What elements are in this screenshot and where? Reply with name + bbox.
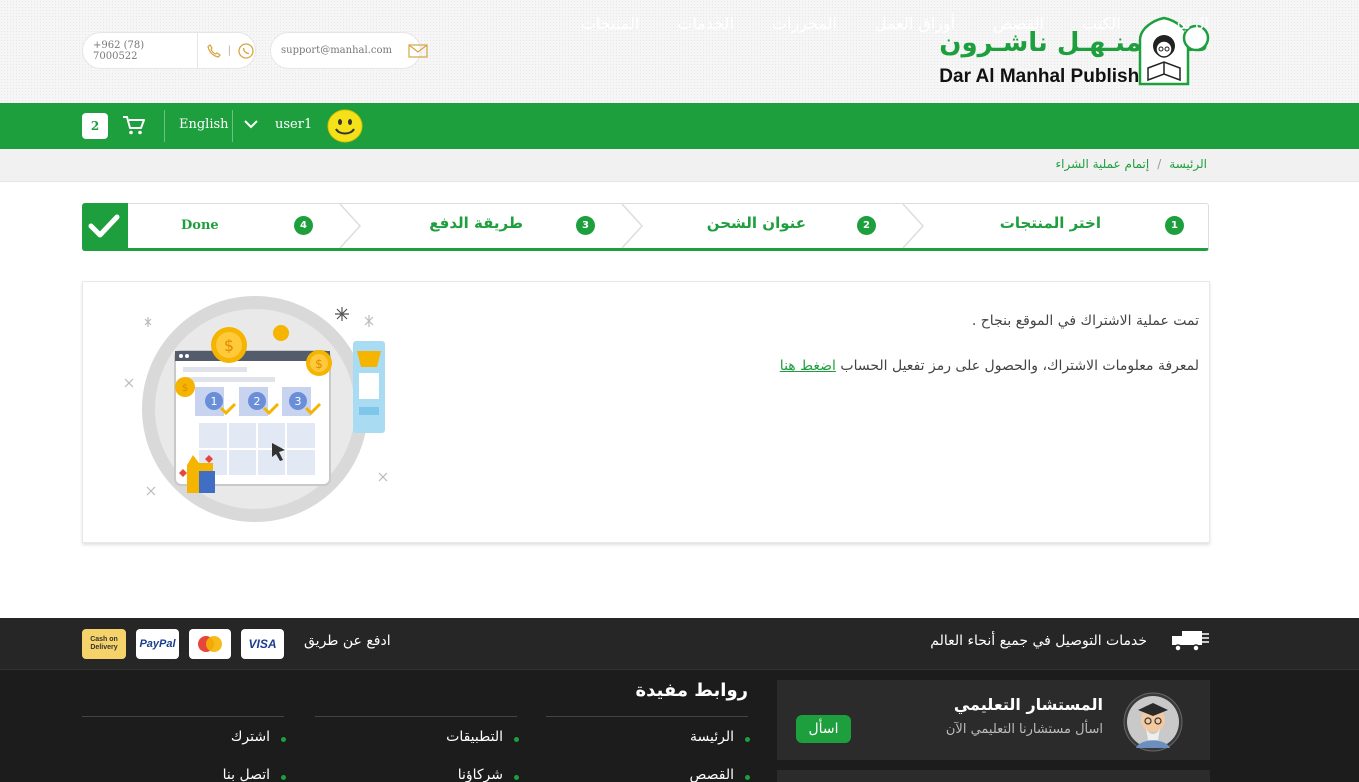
- nav-worksheets[interactable]: أوراق العمل: [875, 14, 955, 33]
- nav-divider: [232, 110, 233, 142]
- click-here-link[interactable]: اضغط هنا: [780, 358, 836, 374]
- nav-products[interactable]: المنتجات: [581, 14, 640, 33]
- mastercard-icon: [189, 629, 231, 659]
- language-switch[interactable]: English: [179, 117, 229, 132]
- shipping-text: خدمات التوصيل في جميع أنحاء العالم: [930, 633, 1147, 649]
- phone-number: +962 (78) 7000522: [93, 39, 145, 62]
- step-label-done: Done: [181, 218, 219, 233]
- phone-contact[interactable]: +962 (78) 7000522 |: [82, 32, 256, 69]
- footer-link-contact[interactable]: اتصل بنا: [223, 767, 287, 782]
- nav-editors[interactable]: المحررات: [772, 14, 837, 33]
- breadcrumb-current: إتمام عملية الشراء: [1055, 157, 1150, 171]
- footer-link-home[interactable]: الرئيسة: [690, 729, 750, 745]
- svg-text:$: $: [315, 357, 323, 371]
- links-column: التطبيقات شركاؤنا: [315, 716, 520, 782]
- advisor-title: المستشار التعليمي: [953, 695, 1103, 714]
- success-illustration: 1 2 3 $ $ $: [124, 296, 388, 522]
- subscription-info: لمعرفة معلومات الاشتراك، والحصول على رمز…: [780, 358, 1199, 374]
- footer-box: [777, 770, 1210, 782]
- chevron-down-icon[interactable]: [243, 118, 259, 130]
- nav-services[interactable]: الخدمات: [677, 14, 734, 33]
- useful-links-title: روابط مفيدة: [635, 680, 749, 701]
- step-number: 4: [294, 216, 313, 235]
- step-label-shipping: عنوان الشحن: [706, 214, 806, 232]
- svg-text:2: 2: [254, 395, 261, 408]
- cash-on-delivery-icon: Cash on Delivery: [82, 629, 126, 659]
- advisor-avatar-icon: [1123, 692, 1183, 752]
- whatsapp-icon: [237, 42, 255, 60]
- paypal-card-icon: PayPal: [136, 629, 179, 659]
- svg-text:1: 1: [211, 395, 218, 408]
- step-number: 2: [857, 216, 876, 235]
- step-label-payment: طريقة الدفع: [429, 214, 523, 232]
- footer-link-stories[interactable]: القصص: [689, 767, 750, 782]
- breadcrumb-separator: /: [1157, 157, 1162, 171]
- envelope-icon: [408, 43, 428, 58]
- nav-links: الرئيسة الكتب القصص أوراق العمل المحررات…: [581, 0, 1209, 46]
- ask-button[interactable]: اسأل: [796, 715, 851, 743]
- breadcrumb: الرئيسة / إتمام عملية الشراء: [1055, 157, 1207, 171]
- nav-home[interactable]: الرئيسة: [1159, 14, 1209, 33]
- pay-by-text: ادفع عن طريق: [304, 633, 391, 649]
- step-number: 1: [1165, 216, 1184, 235]
- delivery-truck-icon: [1172, 631, 1209, 652]
- step-label-products: اختر المنتجات: [999, 214, 1101, 232]
- checkmark-icon: [88, 214, 120, 238]
- phone-icon: [206, 43, 222, 59]
- links-column: الرئيسة القصص: [546, 716, 750, 782]
- footer-link-partners[interactable]: شركاؤنا: [458, 767, 520, 782]
- cart-count-badge[interactable]: 2: [82, 113, 108, 139]
- email-address: support@manhal.com: [281, 45, 392, 56]
- links-column: اشترك اتصل بنا: [82, 716, 287, 782]
- cart-icon[interactable]: [122, 114, 146, 136]
- step-divider-icon: [621, 204, 644, 248]
- step-divider-icon: [339, 204, 362, 248]
- email-contact[interactable]: support@manhal.com: [270, 32, 428, 69]
- step-number: 3: [576, 216, 595, 235]
- breadcrumb-home[interactable]: الرئيسة: [1169, 157, 1207, 171]
- success-message: تمت عملية الاشتراك في الموقع بنجاح .: [971, 313, 1199, 329]
- svg-text:3: 3: [295, 395, 302, 408]
- svg-text:$: $: [224, 336, 234, 355]
- step-divider-icon: [902, 204, 925, 248]
- info-text: لمعرفة معلومات الاشتراك، والحصول على رمز…: [840, 358, 1199, 374]
- nav-divider: [164, 110, 165, 142]
- svg-text:$: $: [182, 383, 188, 394]
- nav-books[interactable]: الكتب: [1082, 14, 1121, 33]
- nav-stories[interactable]: القصص: [993, 14, 1044, 33]
- smiley-avatar-icon[interactable]: [327, 109, 363, 143]
- visa-card-icon: VISA: [241, 629, 284, 659]
- username[interactable]: user1: [275, 117, 312, 132]
- footer-link-subscribe[interactable]: اشترك: [231, 729, 287, 745]
- footer-link-apps[interactable]: التطبيقات: [446, 729, 519, 745]
- advisor-subtitle: اسأل مستشارنا التعليمي الآن: [945, 722, 1103, 737]
